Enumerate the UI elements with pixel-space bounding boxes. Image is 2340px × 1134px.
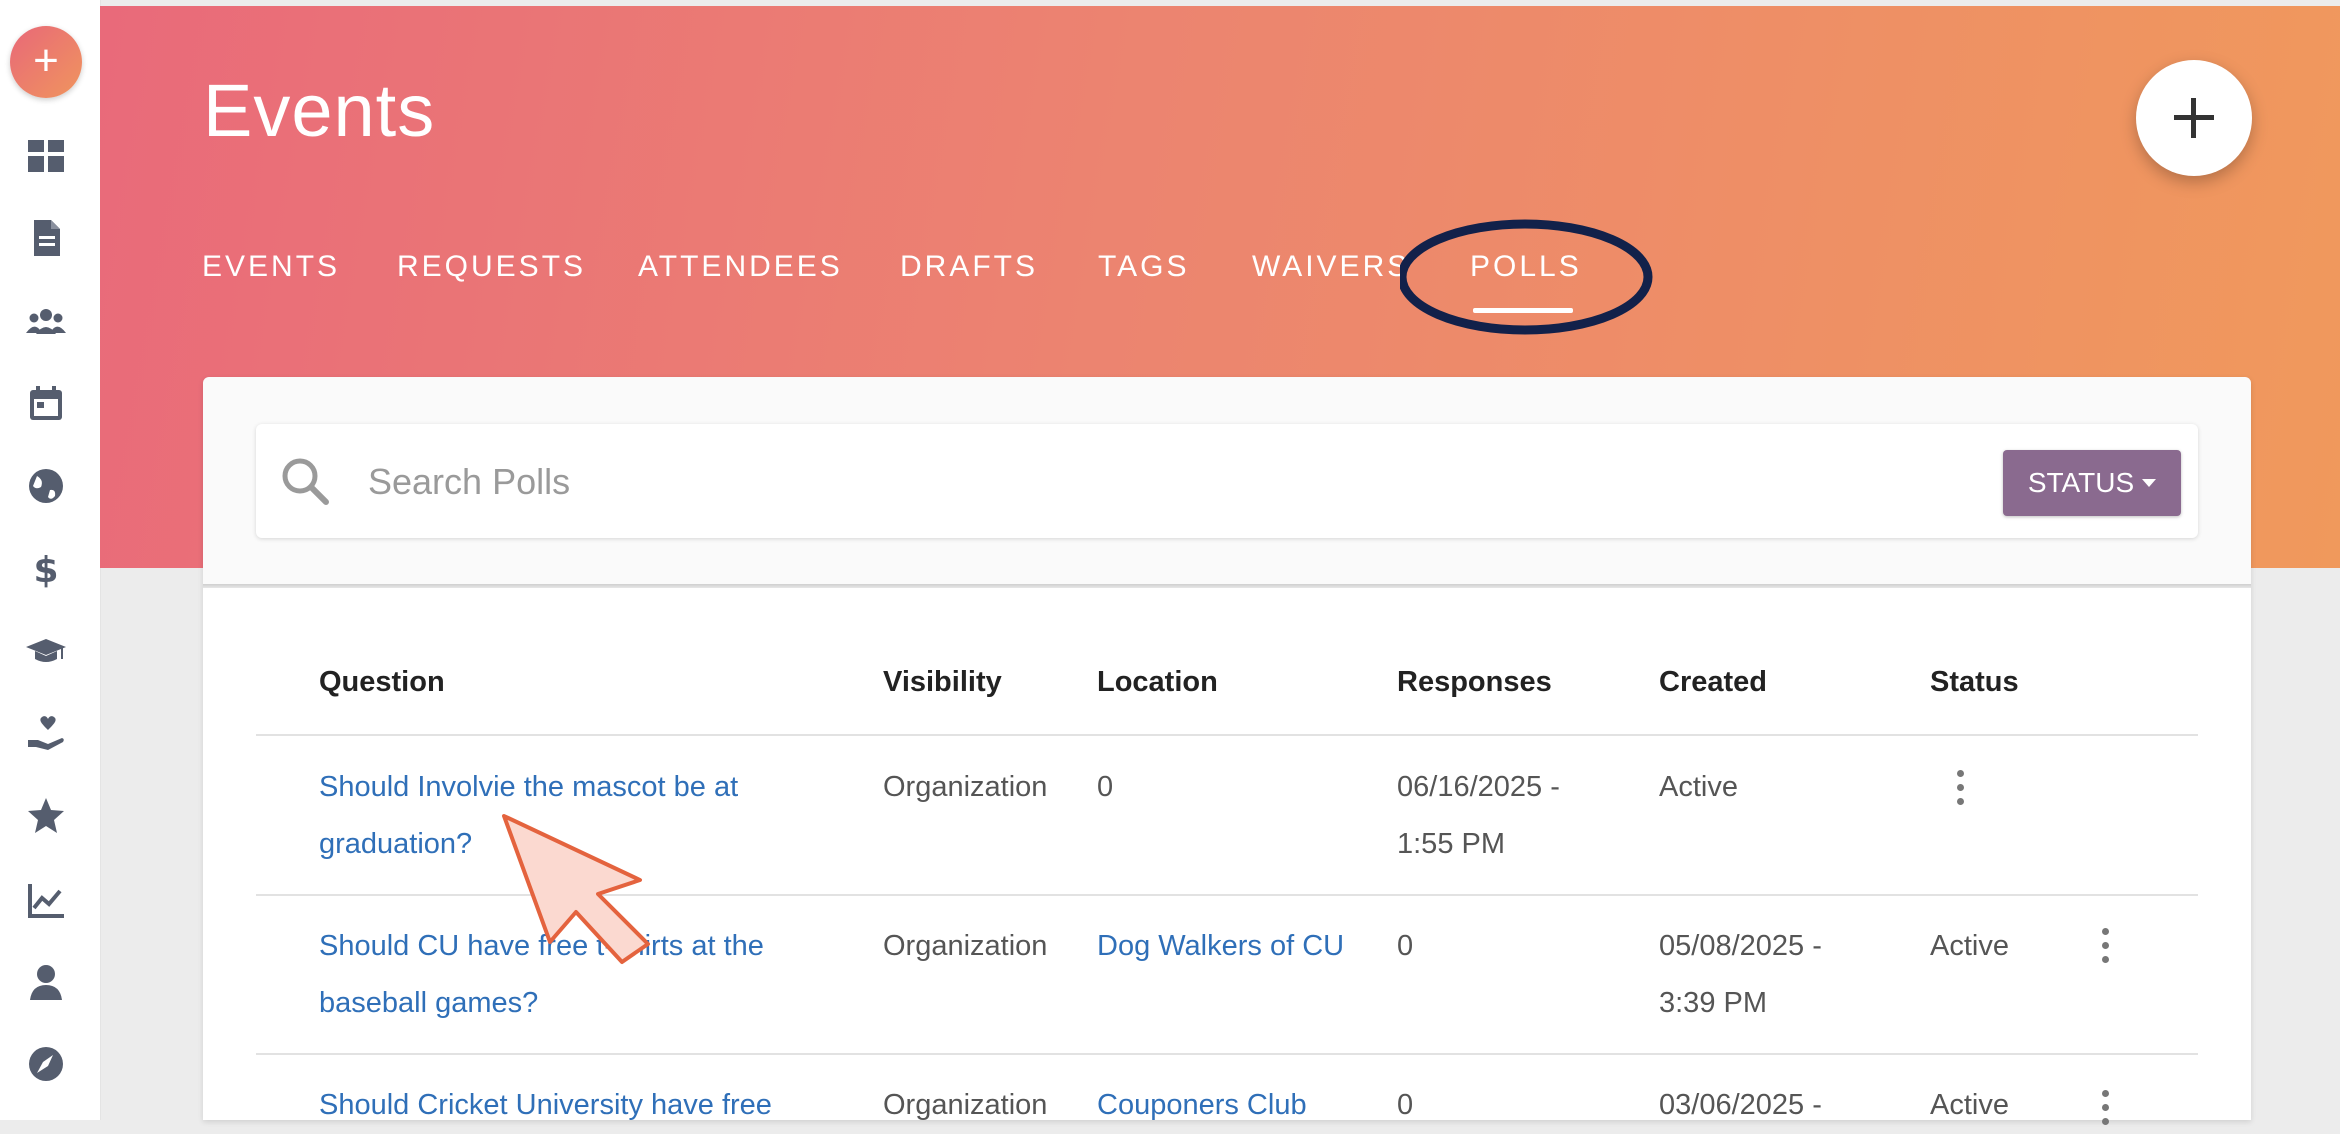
header-divider <box>256 734 2198 736</box>
sidebar: + $ <box>0 0 101 1120</box>
search-input[interactable] <box>366 448 1570 516</box>
responses-cell: 0 <box>1097 771 1114 803</box>
visibility-cell: Organization <box>883 1089 1048 1121</box>
more-options-icon[interactable] <box>2099 928 2111 964</box>
add-button[interactable] <box>2136 60 2252 176</box>
status-filter-label: STATUS <box>2027 467 2135 498</box>
search-bar: STATUS <box>256 424 2198 538</box>
dashboard-icon[interactable] <box>24 134 68 178</box>
plus-icon <box>2174 98 2214 138</box>
more-options-icon[interactable] <box>1954 770 1966 806</box>
location-link[interactable]: Couponers Club <box>1097 1077 1307 1134</box>
search-icon <box>282 458 329 505</box>
responses-cell: 0 <box>1397 1089 1414 1121</box>
status-cell: Active <box>1659 771 1738 803</box>
created-cell: 03/06/2025 - <box>1659 1089 1822 1121</box>
compass-icon[interactable] <box>24 1042 68 1086</box>
globe-icon[interactable] <box>24 464 68 508</box>
row-divider <box>256 1053 2198 1055</box>
status-cell: Active <box>1930 1089 2009 1121</box>
column-header-responses[interactable]: Responses <box>1397 666 1552 699</box>
annotation-cursor-icon <box>502 814 650 964</box>
calendar-icon[interactable] <box>24 382 68 426</box>
groups-icon[interactable] <box>24 300 68 344</box>
created-time: 3:39 PM <box>1659 987 1767 1019</box>
document-icon[interactable] <box>24 216 68 260</box>
visibility-cell: Organization <box>883 771 1048 803</box>
person-icon[interactable] <box>24 960 68 1004</box>
created-date: 05/08/2025 - <box>1659 930 1822 962</box>
created-cell: 06/16/2025 - 1:55 PM <box>1397 759 1560 873</box>
visibility-cell: Organization <box>883 930 1048 962</box>
graduation-cap-icon[interactable] <box>24 630 68 674</box>
created-cell: 05/08/2025 - 3:39 PM <box>1659 918 1822 1032</box>
question-link[interactable]: Should Cricket University have free <box>319 1077 772 1134</box>
trending-chart-icon[interactable] <box>24 878 68 922</box>
dollar-icon[interactable]: $ <box>24 546 68 590</box>
created-time: 1:55 PM <box>1397 828 1505 860</box>
annotation-ellipse <box>1400 219 1653 335</box>
status-cell: Active <box>1930 930 2009 962</box>
column-header-question[interactable]: Question <box>319 666 445 699</box>
column-header-visibility[interactable]: Visibility <box>883 666 1002 699</box>
tab-waivers[interactable]: WAIVERS <box>1252 250 1410 284</box>
column-header-location[interactable]: Location <box>1097 666 1218 699</box>
tab-tags[interactable]: TAGS <box>1098 250 1189 284</box>
more-options-icon[interactable] <box>2099 1090 2111 1126</box>
sidebar-add-button[interactable]: + <box>10 26 82 98</box>
svg-text:$: $ <box>33 550 58 590</box>
tab-drafts[interactable]: DRAFTS <box>900 250 1038 284</box>
created-date: 06/16/2025 - <box>1397 771 1560 803</box>
tab-attendees[interactable]: ATTENDEES <box>638 250 843 284</box>
responses-cell: 0 <box>1397 930 1414 962</box>
heart-hand-icon[interactable] <box>24 712 68 756</box>
status-filter-button[interactable]: STATUS <box>2003 450 2181 516</box>
question-line: Should Involvie the mascot be at <box>319 771 739 803</box>
tab-events[interactable]: EVENTS <box>202 250 340 284</box>
question-line: baseball games? <box>319 987 539 1019</box>
page-title: Events <box>203 69 436 152</box>
caret-down-icon <box>2142 479 2157 487</box>
location-link[interactable]: Dog Walkers of CU <box>1097 918 1344 975</box>
column-header-created[interactable]: Created <box>1659 666 1767 699</box>
tab-requests[interactable]: REQUESTS <box>397 250 586 284</box>
column-header-status[interactable]: Status <box>1930 666 2019 699</box>
star-icon[interactable] <box>24 794 68 838</box>
